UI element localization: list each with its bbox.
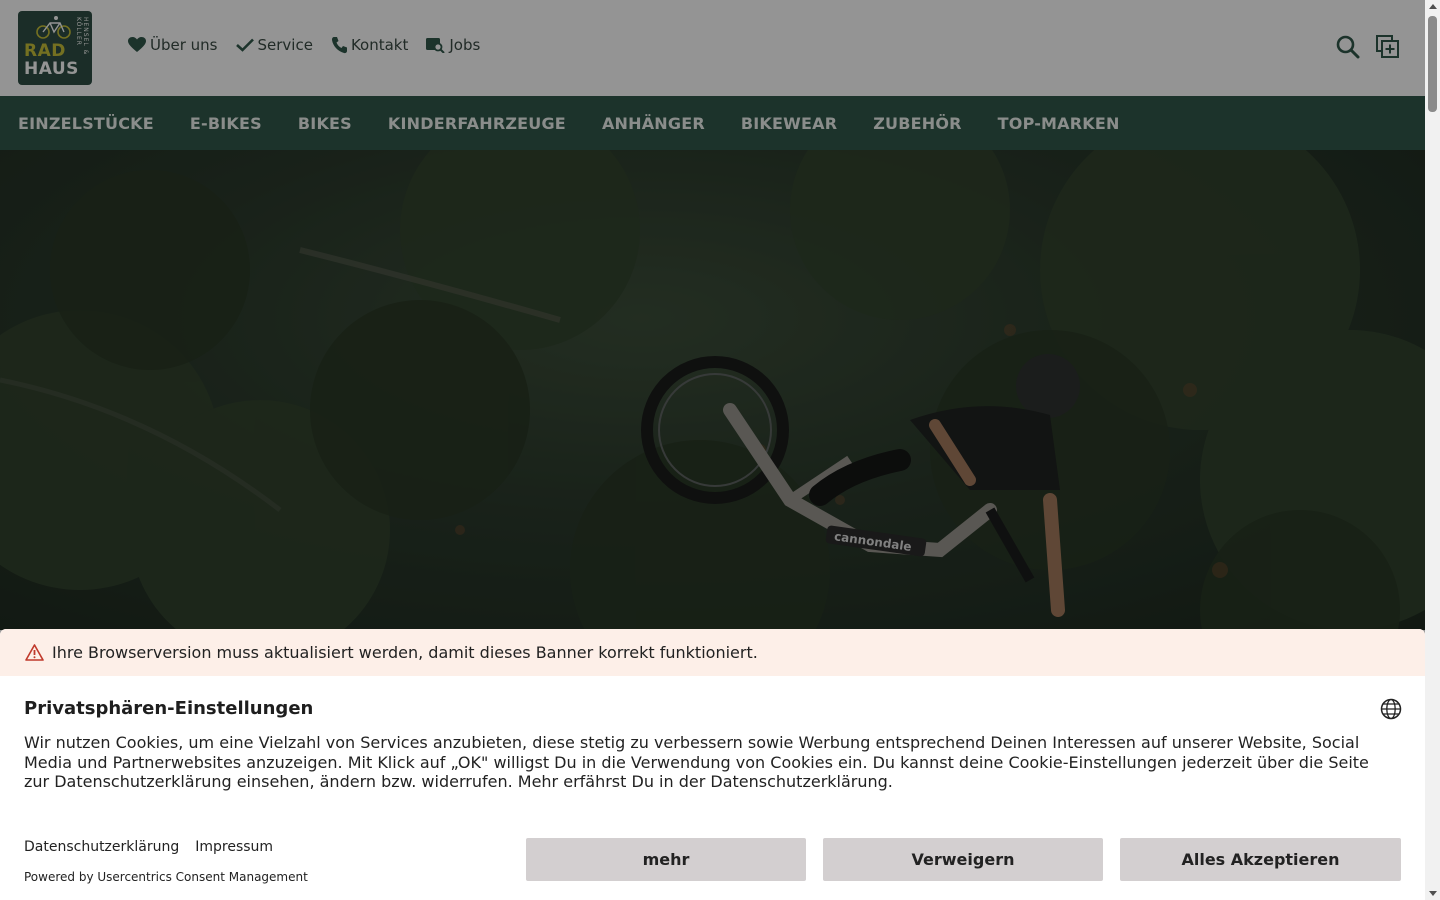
header-icons	[1336, 35, 1400, 59]
nav-einzelstuecke[interactable]: EINZELSTÜCKE	[18, 114, 154, 133]
top-link-label: Jobs	[449, 36, 481, 54]
consent-links: Datenschutzerklärung Impressum	[24, 839, 273, 855]
browser-warning-text: Ihre Browserversion muss aktualisiert we…	[52, 643, 758, 662]
main-navigation: EINZELSTÜCKE E-BIKES BIKES KINDERFAHRZEU…	[0, 96, 1425, 150]
top-link-ueber-uns[interactable]: Über uns	[128, 36, 218, 54]
logo-word-haus: HAUS	[24, 59, 79, 79]
phone-icon	[331, 37, 347, 54]
top-link-label: Kontakt	[350, 36, 409, 54]
consent-body: Privatsphären-Einstellungen Wir nutzen C…	[0, 676, 1425, 792]
site-header: RAD HAUS HENSEL & KÖLLER Über uns Servic…	[0, 0, 1425, 96]
logo-word-rad: RAD	[24, 41, 66, 61]
check-icon	[235, 38, 254, 52]
site-logo[interactable]: RAD HAUS HENSEL & KÖLLER	[18, 11, 92, 85]
top-links: Über uns Service Kontakt Jobs	[128, 36, 480, 54]
top-link-jobs[interactable]: Jobs	[426, 36, 480, 54]
accept-all-button[interactable]: Alles Akzeptieren	[1120, 838, 1401, 881]
nav-zubehoer[interactable]: ZUBEHÖR	[873, 114, 961, 133]
consent-description: Wir nutzen Cookies, um eine Vielzahl von…	[24, 733, 1369, 791]
browser-warning-bar: Ihre Browserversion muss aktualisiert we…	[0, 629, 1425, 676]
mountain-bike-jump-illustration: cannondale	[0, 150, 1425, 630]
warning-icon	[25, 644, 44, 661]
nav-top-marken[interactable]: TOP-MARKEN	[998, 114, 1120, 133]
language-globe-icon[interactable]	[1380, 698, 1402, 720]
imprint-link[interactable]: Impressum	[195, 839, 273, 855]
scroll-up-arrow-icon[interactable]	[1429, 4, 1437, 9]
nav-bikes[interactable]: BIKES	[298, 114, 352, 133]
scrollbar-thumb[interactable]	[1428, 16, 1437, 112]
top-link-label: Über uns	[150, 36, 218, 54]
nav-e-bikes[interactable]: E-BIKES	[190, 114, 262, 133]
privacy-policy-link[interactable]: Datenschutzerklärung	[24, 839, 179, 855]
logo-side-text: HENSEL & KÖLLER	[75, 17, 89, 56]
heart-icon	[128, 37, 146, 52]
nav-bikewear[interactable]: BIKEWEAR	[741, 114, 837, 133]
bike-logo-icon	[36, 16, 71, 39]
jobs-icon	[426, 38, 446, 53]
page-scrollbar[interactable]	[1425, 0, 1440, 900]
search-icon[interactable]	[1336, 35, 1360, 59]
consent-title: Privatsphären-Einstellungen	[24, 698, 314, 719]
top-link-service[interactable]: Service	[235, 36, 313, 54]
add-to-compare-icon[interactable]	[1376, 35, 1400, 59]
more-button[interactable]: mehr	[526, 838, 806, 881]
top-link-label: Service	[257, 36, 313, 54]
hero-image: cannondale	[0, 150, 1425, 630]
deny-button[interactable]: Verweigern	[823, 838, 1103, 881]
cookie-consent-banner: Ihre Browserversion muss aktualisiert we…	[0, 629, 1425, 900]
top-link-kontakt[interactable]: Kontakt	[331, 36, 408, 54]
nav-anhaenger[interactable]: ANHÄNGER	[602, 114, 705, 133]
powered-by-text: Powered by Usercentrics Consent Manageme…	[24, 870, 308, 884]
scroll-down-arrow-icon[interactable]	[1429, 891, 1437, 896]
nav-kinderfahrzeuge[interactable]: KINDERFAHRZEUGE	[388, 114, 566, 133]
